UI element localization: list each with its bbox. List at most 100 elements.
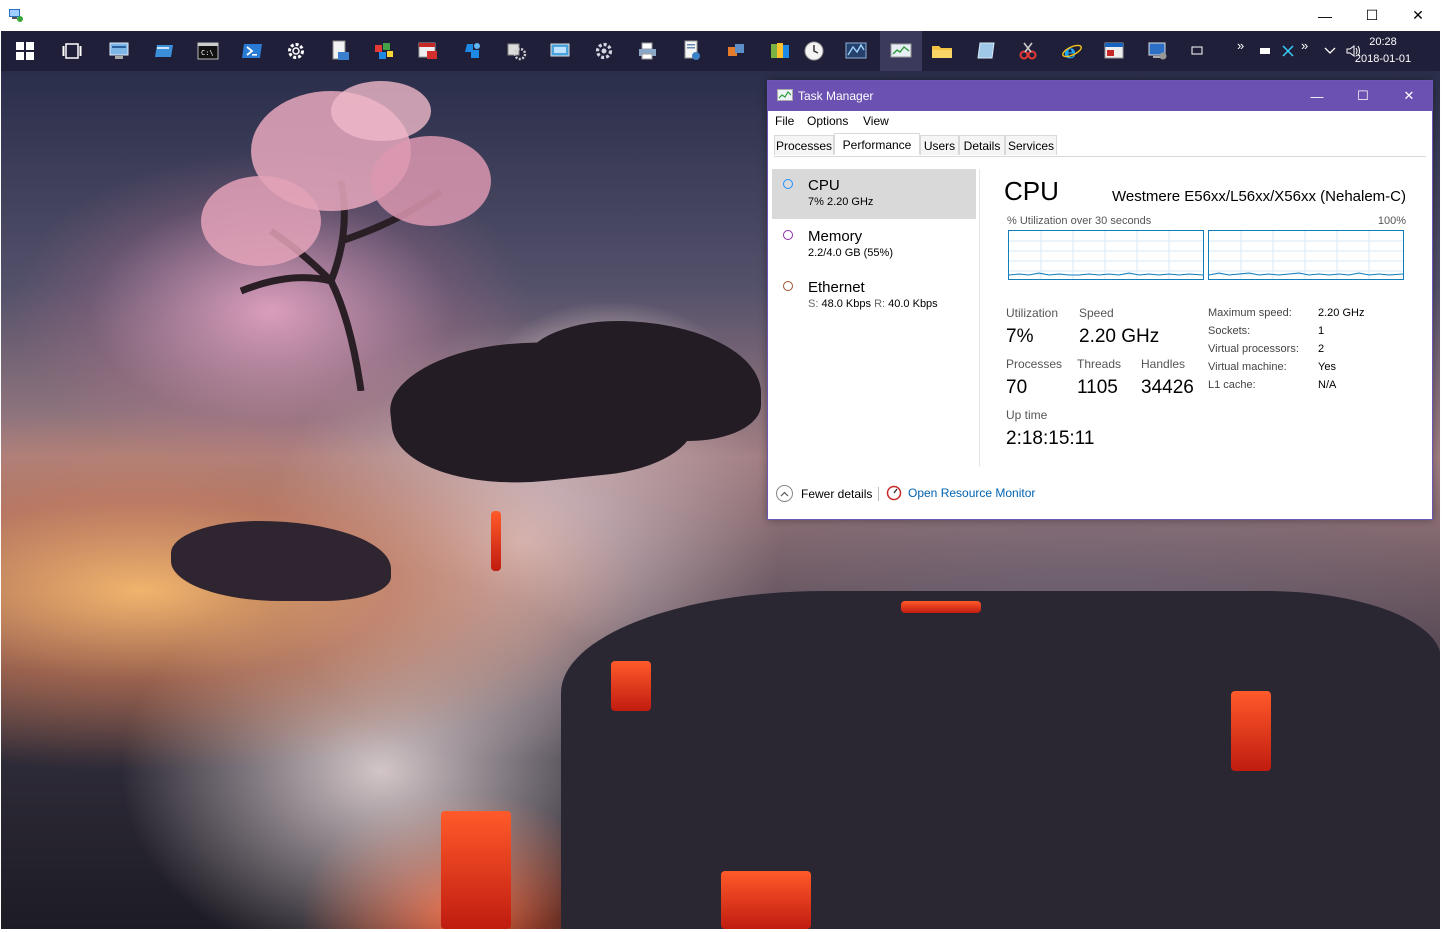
window-close-button[interactable]: ✕	[1395, 0, 1441, 31]
ethernet-ring-icon	[783, 281, 793, 291]
wallpaper-cherry-tree	[201, 81, 491, 391]
spec-virtual-processors-value: 2	[1318, 343, 1325, 355]
memory-ring-icon	[783, 230, 793, 240]
wallpaper-lava-pool	[721, 871, 811, 929]
sidebar-item-label: Ethernet	[808, 279, 865, 296]
system-configuration-icon[interactable]	[1098, 35, 1130, 67]
file-explorer-folder-icon[interactable]	[926, 35, 958, 67]
document-settings-icon[interactable]	[676, 35, 708, 67]
ethernet-send-value: 48.0 Kbps	[821, 298, 872, 310]
ethernet-send-label: S:	[808, 298, 819, 310]
command-prompt-icon[interactable]: C:\	[192, 35, 224, 67]
menu-file[interactable]: File	[775, 114, 794, 128]
tab-strip: Processes Performance Users Details Serv…	[774, 133, 1426, 157]
tab-performance[interactable]: Performance	[834, 133, 920, 155]
footer-separator	[878, 487, 879, 501]
wallpaper-lava-flow-2	[611, 661, 651, 711]
wallpaper-lava-field	[561, 591, 1440, 929]
component-services-icon[interactable]	[720, 35, 752, 67]
computer-management-icon[interactable]	[104, 35, 136, 67]
window-maximize-button[interactable]: ☐	[1349, 0, 1395, 31]
internet-explorer-icon[interactable]: e	[1056, 35, 1088, 67]
sidebar-item-memory[interactable]: Memory 2.2/4.0 GB (55%)	[772, 220, 976, 270]
open-resource-monitor-label: Open Resource Monitor	[908, 486, 1036, 500]
processes-value: 70	[1006, 377, 1028, 398]
cpu-graph-core-1[interactable]	[1208, 230, 1404, 280]
task-scheduler-clock-icon[interactable]	[798, 35, 830, 67]
wallpaper-cliff-top	[521, 321, 761, 441]
sidebar-item-ethernet[interactable]: Ethernet S: 48.0 Kbps R: 40.0 Kbps	[772, 271, 976, 321]
task-manager-titlebar[interactable]: Task Manager — ☐ ✕	[768, 81, 1432, 111]
odbc-data-sources-icon[interactable]	[764, 35, 796, 67]
sidebar-item-sub: 7% 2.20 GHz	[808, 196, 874, 208]
printer-icon[interactable]	[632, 35, 664, 67]
tab-services[interactable]: Services	[1005, 135, 1057, 155]
sidebar-item-sub: S: 48.0 Kbps R: 40.0 Kbps	[808, 298, 938, 310]
resource-monitor-icon	[886, 485, 902, 501]
powershell-icon[interactable]	[236, 35, 268, 67]
wallpaper-lava-flow-3	[1231, 691, 1271, 771]
spec-sockets-value: 1	[1318, 325, 1325, 337]
speed-label: Speed	[1079, 306, 1114, 320]
wallpaper-lower-rock	[171, 521, 391, 601]
spec-l1-cache-label: L1 cache:	[1208, 379, 1256, 391]
menu-view[interactable]: View	[863, 114, 889, 128]
network-tools-icon[interactable]	[456, 35, 488, 67]
clock-date: 2018-01-01	[1354, 53, 1412, 65]
file-explorer-drive-icon[interactable]	[148, 35, 180, 67]
tm-maximize-button[interactable]: ☐	[1340, 81, 1386, 111]
system-info-monitor-icon[interactable]	[1142, 35, 1174, 67]
spec-max-speed-label: Maximum speed:	[1208, 307, 1292, 319]
threads-value: 1105	[1077, 377, 1118, 398]
cpu-graph-core-0[interactable]	[1008, 230, 1204, 280]
open-resource-monitor-link[interactable]: Open Resource Monitor	[886, 485, 1035, 501]
tab-processes[interactable]: Processes	[774, 135, 834, 155]
server-document-icon[interactable]	[324, 35, 356, 67]
spec-virtual-machine-label: Virtual machine:	[1208, 361, 1287, 373]
color-palette-icon[interactable]	[368, 35, 400, 67]
pane-divider[interactable]	[979, 169, 980, 466]
cpu-model-name: Westmere E56xx/L56xx/X56xx (Nehalem-C)	[1112, 188, 1406, 205]
task-view-icon[interactable]	[56, 35, 88, 67]
tray-network-cross-icon[interactable]	[1281, 31, 1295, 71]
tm-close-button[interactable]: ✕	[1386, 81, 1432, 111]
utilization-value: 7%	[1006, 326, 1034, 347]
tray-window-icon[interactable]	[1191, 31, 1203, 71]
chevron-up-icon	[776, 485, 793, 502]
menu-options[interactable]: Options	[807, 114, 848, 128]
handles-value: 34426	[1141, 377, 1194, 398]
services-icon[interactable]	[500, 35, 532, 67]
sidebar-item-label: CPU	[808, 177, 840, 194]
sidebar-item-cpu[interactable]: CPU 7% 2.20 GHz	[772, 169, 976, 219]
event-viewer-icon[interactable]	[412, 35, 444, 67]
svg-text:C:\: C:\	[201, 49, 214, 57]
system-gear-icon[interactable]	[588, 35, 620, 67]
task-manager-taskbar-icon[interactable]	[880, 31, 922, 71]
tm-minimize-button[interactable]: —	[1294, 81, 1340, 111]
menu-bar: File Options View	[768, 111, 1432, 131]
performance-monitor-icon[interactable]	[840, 35, 872, 67]
tray-overflow-chevron-icon-2[interactable]: »	[1301, 25, 1308, 65]
graph-label: % Utilization over 30 seconds	[1007, 215, 1152, 227]
window-minimize-button[interactable]: —	[1302, 0, 1348, 31]
tab-users[interactable]: Users	[920, 135, 959, 155]
speed-value: 2.20 GHz	[1079, 326, 1160, 347]
cpu-heading: CPU	[1004, 176, 1059, 206]
remote-desktop-connection-icon[interactable]	[544, 35, 576, 67]
start-windows-icon[interactable]	[9, 35, 41, 67]
threads-label: Threads	[1077, 357, 1122, 371]
notepad-icon[interactable]	[970, 35, 1002, 67]
settings-gear-icon[interactable]	[280, 35, 312, 67]
taskbar-clock[interactable]: 20:28 2018-01-01	[1352, 34, 1414, 68]
snipping-tool-icon[interactable]	[1012, 35, 1044, 67]
tray-chevron-down-icon[interactable]	[1324, 31, 1336, 71]
utilization-label: Utilization	[1006, 306, 1059, 320]
task-manager-footer: Fewer details Open Resource Monitor	[768, 481, 1432, 509]
fewer-details-button[interactable]: Fewer details	[776, 485, 872, 502]
tray-overflow-chevron-icon[interactable]: »	[1237, 25, 1244, 65]
remote-desktop-icon	[9, 9, 23, 22]
sidebar-item-label: Memory	[808, 228, 863, 245]
tray-display-icon[interactable]	[1259, 31, 1271, 71]
tab-details[interactable]: Details	[959, 135, 1005, 155]
fewer-details-label: Fewer details	[801, 486, 873, 501]
